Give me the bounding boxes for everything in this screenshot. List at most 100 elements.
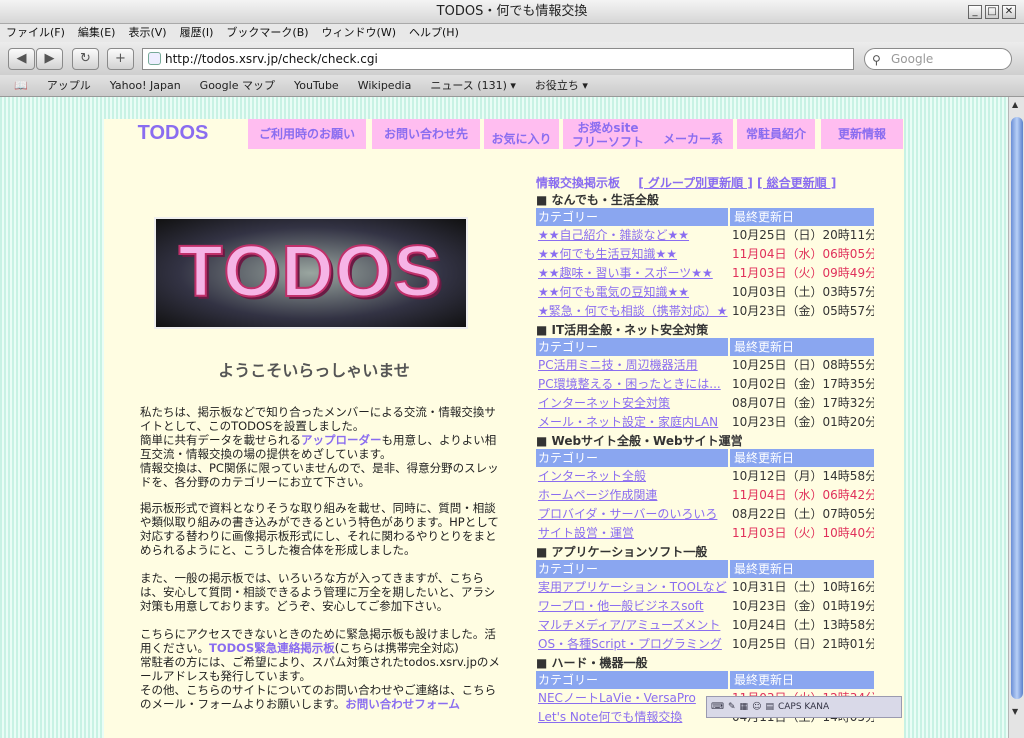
pen-icon[interactable]: ✎	[728, 702, 736, 712]
nav-contact[interactable]: お問い合わせ先	[372, 119, 480, 149]
menu-help[interactable]: ヘルプ(H)	[409, 24, 459, 42]
table-header: カテゴリー 最終更新日	[536, 671, 874, 689]
category-link[interactable]: マルチメディア/アミューズメント	[536, 616, 728, 635]
intro-p4c: 常駐者の方には、ご希望により、スパム対策されたtodos.xsrv.jpのメール…	[140, 655, 500, 683]
category-link[interactable]: NECノートLaVie・VersaPro	[536, 689, 728, 708]
category-link[interactable]: ★緊急・何でも相談（携帯対応）★	[536, 302, 728, 321]
header-category: カテゴリー	[538, 673, 599, 687]
table-row: PC環境整える・困ったときには... 10月02日（金）17時35分	[536, 375, 874, 394]
input-method-palette[interactable]: ⌨ ✎ ▦ ☺ ▤ CAPS KANA	[706, 696, 902, 718]
board-section-heading: ■ IT活用全般・ネット安全対策	[536, 323, 709, 337]
scroll-thumb[interactable]	[1011, 117, 1023, 699]
search-field[interactable]: ⚲ Google	[864, 48, 1012, 70]
nav-staff[interactable]: 常駐員紹介	[737, 119, 815, 149]
category-link[interactable]: プロバイダ・サーバーのいろいろ	[536, 505, 728, 524]
table-row: ホームページ作成関連 11月04日（水）06時42分	[536, 486, 874, 505]
site-logo[interactable]: TODOS	[104, 119, 242, 149]
header-updated: 最終更新日	[728, 208, 874, 226]
last-updated: 11月04日（水）06時42分	[732, 488, 874, 502]
bookmark-youtube[interactable]: YouTube	[294, 75, 339, 96]
reload-button[interactable]: ↻	[72, 48, 99, 70]
category-link[interactable]: サイト設営・運営	[536, 524, 728, 543]
menu-view[interactable]: 表示(V)	[128, 24, 166, 42]
reload-icon: ↻	[80, 51, 91, 66]
bookmark-useful[interactable]: お役立ち ▾	[535, 75, 588, 96]
category-link[interactable]: Let's Note何でも情報交換	[536, 708, 728, 727]
category-link[interactable]: PC活用ミニ技・周辺機器活用	[536, 356, 728, 375]
nav-usage-notes[interactable]: ご利用時のお願い	[248, 119, 366, 149]
nav-updates[interactable]: 更新情報	[821, 119, 903, 149]
category-link[interactable]: OS・各種Script・プログラミング	[536, 635, 728, 654]
last-updated: 10月25日（日）21時01分	[732, 637, 874, 651]
board-table: カテゴリー 最終更新日 PC活用ミニ技・周辺機器活用 10月25日（日）08時55分 P…	[536, 338, 874, 432]
header-category: カテゴリー	[538, 210, 599, 224]
navigation-toolbar: ◀ ▶ ↻ + http://todos.xsrv.jp/check/check…	[0, 42, 1024, 75]
nav-makers[interactable]: メーカー系	[653, 119, 733, 149]
menu-bookmarks[interactable]: ブックマーク(B)	[226, 24, 308, 42]
category-link[interactable]: ワープロ・他一般ビジネスsoft	[536, 597, 728, 616]
menu-history[interactable]: 履歴(I)	[180, 24, 214, 42]
maximize-button[interactable]: □	[985, 5, 999, 19]
bookmark-news[interactable]: ニュース (131) ▾	[430, 75, 516, 96]
contact-form-link[interactable]: お問い合わせフォーム	[345, 697, 460, 711]
last-updated: 10月12日（月）14時58分	[732, 469, 874, 483]
category-link[interactable]: インターネット全般	[536, 467, 728, 486]
menu-window[interactable]: ウィンドウ(W)	[322, 24, 396, 42]
table-row: ★★何でも電気の豆知識★★ 10月03日（土）03時57分	[536, 283, 874, 302]
forward-button[interactable]: ▶	[36, 48, 63, 70]
last-updated: 11月03日（火）10時40分	[732, 526, 874, 540]
bookmark-yahoo[interactable]: Yahoo! Japan	[110, 75, 181, 96]
intro-p1d: 情報交換は、PC関係に限っていませんので、是非、得意分野のスレッドを、各分野のカ…	[140, 461, 499, 489]
vertical-scrollbar[interactable]: ▲ ▼	[1008, 97, 1024, 738]
category-link[interactable]: ★★自己紹介・雑談など★★	[536, 226, 728, 245]
board-section-heading: ■ アプリケーションソフト一般	[536, 545, 708, 559]
close-button[interactable]: ✕	[1002, 5, 1016, 19]
dictionary-icon[interactable]: ▤	[765, 702, 774, 712]
category-link[interactable]: PC環境整える・困ったときには...	[536, 375, 728, 394]
category-link[interactable]: ホームページ作成関連	[536, 486, 728, 505]
add-bookmark-button[interactable]: +	[107, 48, 134, 70]
bookmark-apple[interactable]: アップル	[47, 75, 91, 96]
board-section-heading: ■ Webサイト全般・Webサイト運営	[536, 434, 743, 448]
nav-recommended[interactable]: お奨めsite フリーソフト	[563, 119, 653, 149]
bookmark-google-maps[interactable]: Google マップ	[200, 75, 275, 96]
minimize-button[interactable]: _	[968, 5, 982, 19]
scroll-up-icon[interactable]: ▲	[1012, 100, 1018, 109]
category-link[interactable]: ★★趣味・習い事・スポーツ★★	[536, 264, 728, 283]
window-title: TODOS・何でも情報交換	[436, 4, 588, 19]
category-link[interactable]: 実用アプリケーション・TOOLなど	[536, 578, 728, 597]
board-table: カテゴリー 最終更新日 ★★自己紹介・雑談など★★ 10月25日（日）20時11分 ★★…	[536, 208, 874, 321]
intro-p1b: 簡単に共有データを載せられる	[140, 433, 301, 447]
bookmark-wikipedia[interactable]: Wikipedia	[358, 75, 412, 96]
search-placeholder: Google	[891, 52, 934, 66]
address-bar[interactable]: http://todos.xsrv.jp/check/check.cgi	[142, 48, 854, 70]
address-text: http://todos.xsrv.jp/check/check.cgi	[165, 52, 378, 66]
nav-favorites[interactable]: お気に入り	[484, 119, 559, 149]
table-row: マルチメディア/アミューズメント 10月24日（土）13時58分	[536, 616, 874, 635]
plus-icon: +	[115, 51, 126, 66]
grid-icon[interactable]: ▦	[740, 702, 749, 712]
smile-icon[interactable]: ☺	[752, 702, 761, 712]
keyboard-icon[interactable]: ⌨	[711, 702, 724, 712]
table-row: インターネット安全対策 08月07日（金）17時32分	[536, 394, 874, 413]
intro-paragraph-4: こちらにアクセスできないときのために緊急掲示板も設けました。活用ください。TOD…	[140, 627, 500, 711]
last-updated: 08月07日（金）17時32分	[732, 396, 874, 410]
header-updated: 最終更新日	[728, 671, 874, 689]
overall-order-link[interactable]: [ 総合更新順 ]	[757, 176, 836, 190]
table-row: ★★趣味・習い事・スポーツ★★ 11月03日（火）09時49分	[536, 264, 874, 283]
book-icon[interactable]: 📖	[14, 75, 28, 96]
category-link[interactable]: ★★何でも電気の豆知識★★	[536, 283, 728, 302]
category-link[interactable]: インターネット安全対策	[536, 394, 728, 413]
menu-file[interactable]: ファイル(F)	[6, 24, 65, 42]
ime-status-label: CAPS KANA	[777, 702, 830, 712]
scroll-down-icon[interactable]: ▼	[1012, 707, 1018, 716]
uploader-link[interactable]: アップローダー	[301, 433, 382, 447]
back-button[interactable]: ◀	[8, 48, 35, 70]
group-order-link[interactable]: [ グループ別更新順 ]	[638, 176, 753, 190]
emergency-board-link[interactable]: TODOS緊急連絡掲示板	[209, 641, 335, 655]
menu-edit[interactable]: 編集(E)	[78, 24, 116, 42]
table-row: メール・ネット設定・家庭内LAN 10月23日（金）01時20分	[536, 413, 874, 432]
last-updated: 10月03日（土）03時57分	[732, 285, 874, 299]
category-link[interactable]: メール・ネット設定・家庭内LAN	[536, 413, 728, 432]
category-link[interactable]: ★★何でも生活豆知識★★	[536, 245, 728, 264]
